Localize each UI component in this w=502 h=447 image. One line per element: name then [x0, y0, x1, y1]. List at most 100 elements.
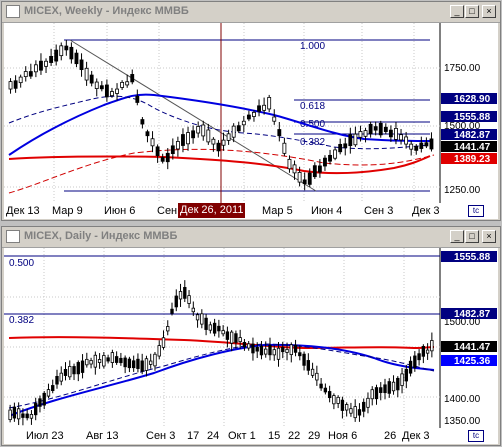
daily-tag-1482: 1482.87	[454, 309, 491, 320]
candle-body	[13, 80, 18, 89]
candle-body	[247, 343, 251, 349]
maximize-button[interactable]: □	[465, 230, 479, 243]
candle-body	[336, 396, 340, 404]
daily-window-title: MICEX, Daily - Индекс ММВБ	[24, 230, 178, 242]
candle-body	[333, 149, 338, 159]
candle-body	[191, 130, 196, 139]
candle-body	[287, 158, 292, 170]
weekly-tag-1389: 1389.23	[454, 154, 491, 165]
weekly-x-label: Дек 13	[6, 205, 40, 217]
maximize-button[interactable]: □	[465, 5, 479, 18]
candle-body	[160, 157, 165, 162]
candle-body	[340, 399, 345, 411]
candle-body	[74, 52, 79, 65]
weekly-chart[interactable]: 1.000 0.618 0.500 0.382 1750.00 1500.00 …	[4, 23, 498, 203]
candle-body	[262, 104, 267, 111]
minimize-button[interactable]: _	[450, 5, 464, 18]
candle-body	[310, 368, 315, 376]
candle-body	[201, 124, 206, 137]
candle-body	[430, 340, 434, 352]
candle-body	[281, 346, 285, 353]
candle-body	[25, 413, 29, 419]
candle-body	[120, 81, 125, 88]
close-button[interactable]: ×	[482, 230, 496, 243]
daily-chart[interactable]: 0.500 0.382 1500.00 1450.00 1400.00 1350…	[4, 248, 498, 428]
candle-body	[317, 165, 322, 173]
candle-body	[28, 71, 33, 77]
candle-body	[102, 355, 106, 367]
candle-body	[368, 123, 373, 135]
candle-body	[206, 129, 211, 143]
daily-tag-1425: 1425.36	[454, 356, 491, 367]
candle-body	[119, 357, 123, 364]
minimize-button[interactable]: _	[450, 230, 464, 243]
candle-body	[242, 342, 247, 348]
candle-body	[149, 360, 153, 365]
candle-body	[191, 307, 195, 313]
candle-body	[18, 76, 23, 84]
candle-body	[387, 381, 391, 394]
candle-body	[221, 139, 226, 146]
weekly-title-bar[interactable]: MICEX, Weekly - Индекс ММВБ _ □ ×	[2, 2, 500, 23]
candle-body	[315, 372, 319, 381]
candle-body	[161, 337, 166, 348]
candle-body	[130, 74, 135, 83]
chart-settings-icon[interactable]: tc	[468, 430, 484, 442]
candle-body	[80, 360, 85, 373]
candle-body	[42, 392, 46, 406]
candle-body	[319, 383, 323, 389]
candle-body	[99, 85, 104, 90]
candle-body	[370, 389, 374, 400]
candle-body	[175, 141, 180, 150]
candle-body	[246, 114, 251, 120]
candle-body	[106, 357, 110, 362]
candle-body	[85, 358, 89, 366]
candle-body	[84, 67, 89, 81]
weekly-selected-date: Дек 26, 2011	[178, 203, 246, 218]
candle-body	[257, 105, 261, 112]
candle-body	[419, 142, 424, 149]
candle-body	[140, 119, 145, 125]
candle-body	[268, 344, 272, 356]
candle-body	[21, 413, 25, 418]
weekly-x-label: Мар 9	[52, 205, 83, 217]
daily-x-label: 29	[308, 430, 321, 442]
candle-body	[136, 358, 140, 369]
candle-body	[404, 136, 409, 145]
candle-body	[272, 349, 276, 356]
candle-body	[166, 326, 170, 332]
chart-settings-icon[interactable]: tc	[468, 205, 484, 217]
candle-body	[282, 142, 287, 154]
candle-body	[29, 414, 34, 419]
weekly-price-label-1750: 1750.00	[444, 63, 481, 74]
candle-body	[312, 165, 317, 178]
candle-body	[414, 146, 419, 151]
candle-body	[323, 387, 328, 393]
daily-tag-1555: 1555.88	[454, 252, 491, 263]
daily-price-label-1400: 1400.00	[444, 394, 481, 405]
candle-body	[46, 389, 51, 397]
candle-body	[212, 322, 217, 334]
candle-body	[131, 360, 136, 369]
candle-body	[383, 126, 388, 132]
daily-title-bar[interactable]: MICEX, Daily - Индекс ММВБ _ □ ×	[2, 227, 500, 248]
weekly-value-tags: 1628.90 1555.88 1482.87 1441.47 1389.23	[441, 93, 497, 165]
candle-body	[144, 358, 149, 371]
candle-body	[68, 366, 72, 378]
candle-body	[349, 408, 353, 414]
candle-body	[23, 71, 28, 78]
daily-x-label: 17	[187, 430, 200, 442]
candle-body	[425, 349, 430, 354]
candle-body	[409, 143, 414, 150]
candle-body	[89, 74, 94, 84]
candle-body	[140, 360, 144, 372]
candle-body	[8, 81, 13, 90]
candle-body	[238, 337, 242, 343]
candle-body	[424, 142, 429, 147]
candle-body	[302, 353, 306, 366]
candle-body	[226, 133, 231, 141]
candle-body	[307, 172, 312, 185]
close-button[interactable]: ×	[482, 5, 496, 18]
candle-body	[363, 130, 368, 137]
candle-body	[59, 372, 63, 382]
